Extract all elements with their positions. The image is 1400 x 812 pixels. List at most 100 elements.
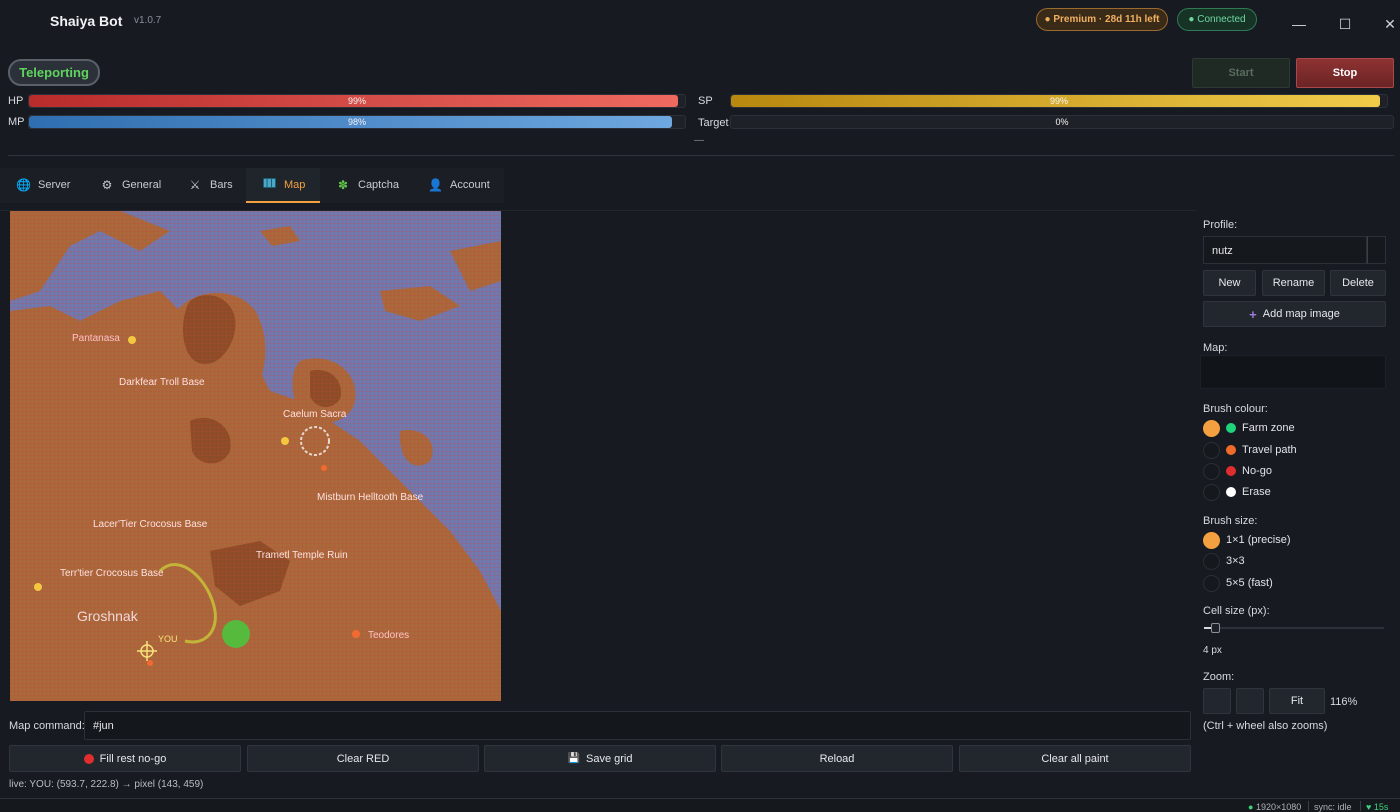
- target-label: Target: [698, 117, 729, 129]
- status-bar: ● 1920×1080 sync: idle ♥ 15s: [0, 798, 1400, 812]
- rename-profile-button[interactable]: Rename: [1262, 270, 1325, 296]
- radio-button[interactable]: [1203, 419, 1220, 437]
- premium-badge: ● Premium · 28d 11h left: [1036, 8, 1168, 31]
- map-label-lacerttier: Lacer'Tier Crocosus Base: [93, 519, 208, 530]
- map-icon: [262, 177, 276, 192]
- map-label-caelum: Caelum Sacra: [283, 409, 347, 420]
- radio-button[interactable]: [1203, 574, 1220, 592]
- brush-colour-farm[interactable]: Farm zone: [1203, 419, 1295, 437]
- tab-server-label: Server: [38, 178, 71, 191]
- map-canvas[interactable]: Pantanasa Darkfear Troll Base Caelum Sac…: [10, 211, 501, 701]
- status-separator: [1360, 801, 1361, 811]
- brush-colour-label: Brush colour:: [1203, 403, 1268, 415]
- tab-bars[interactable]: ⚔ Bars: [172, 168, 246, 203]
- add-map-image-label: Add map image: [1262, 308, 1340, 320]
- map-command-input[interactable]: [84, 711, 1191, 740]
- cell-size-slider-handle[interactable]: [1211, 623, 1220, 633]
- brush-size-5x5[interactable]: 5×5 (fast): [1203, 574, 1273, 592]
- maximize-button[interactable]: ☐: [1333, 12, 1357, 36]
- tab-general[interactable]: ⚙ General: [84, 168, 172, 203]
- connection-badge: ● Connected: [1177, 8, 1257, 31]
- puzzle-icon: ✽: [337, 177, 349, 192]
- cell-size-value: 4 px: [1203, 645, 1222, 656]
- clear-all-paint-button[interactable]: Clear all paint: [959, 745, 1191, 772]
- reload-button[interactable]: Reload: [721, 745, 953, 772]
- tab-general-label: General: [122, 178, 162, 191]
- divider: [8, 155, 1394, 156]
- brush-colour-travel[interactable]: Travel path: [1203, 441, 1297, 459]
- radio-button[interactable]: [1203, 483, 1220, 501]
- zoom-in-button[interactable]: [1236, 688, 1264, 714]
- profile-dropdown-arrow[interactable]: [1367, 236, 1386, 264]
- travel-path-swatch: [1226, 445, 1236, 455]
- floppy-disk-icon: 💾: [567, 753, 580, 764]
- red-dot-icon: [83, 753, 94, 764]
- map-label-mistburn: Mistburn Helltooth Base: [317, 492, 424, 503]
- zoom-hint: (Ctrl + wheel also zooms): [1203, 720, 1328, 732]
- add-map-image-button[interactable]: + Add map image: [1203, 301, 1386, 327]
- bot-status-badge: Teleporting: [8, 59, 100, 86]
- resolution-indicator: ● 1920×1080: [1248, 802, 1302, 812]
- erase-swatch: [1226, 487, 1236, 497]
- map-field[interactable]: [1200, 355, 1386, 389]
- cell-size-label: Cell size (px):: [1203, 605, 1270, 617]
- radio-button[interactable]: [1203, 531, 1220, 549]
- brush-size-1x1[interactable]: 1×1 (precise): [1203, 531, 1291, 549]
- save-grid-button[interactable]: 💾 Save grid: [484, 745, 716, 772]
- heartbeat-timer: ♥ 15s: [1366, 802, 1389, 812]
- app-title: Shaiya Bot: [50, 13, 123, 29]
- new-profile-button[interactable]: New: [1203, 270, 1256, 296]
- plus-icon: +: [1249, 306, 1257, 322]
- zoom-out-button[interactable]: [1203, 688, 1231, 714]
- profile-label: Profile:: [1203, 219, 1238, 231]
- save-grid-label: Save grid: [585, 752, 633, 765]
- start-button[interactable]: Start: [1192, 58, 1290, 88]
- brush-colour-erase[interactable]: Erase: [1203, 483, 1271, 501]
- hp-value: 99%: [347, 96, 366, 106]
- map-label-terrtier: Terr'tier Crocosus Base: [60, 568, 164, 579]
- profile-select[interactable]: nutz: [1203, 236, 1367, 264]
- brush-colour-nogo[interactable]: No-go: [1203, 462, 1272, 480]
- map-label-darkfear: Darkfear Troll Base: [119, 377, 205, 388]
- radio-button[interactable]: [1203, 441, 1220, 459]
- mp-label: MP: [8, 116, 25, 128]
- delete-profile-button[interactable]: Delete: [1330, 270, 1386, 296]
- brush-size-label: Brush size:: [1203, 515, 1258, 527]
- status-dash: —: [694, 135, 704, 146]
- resolution-value: 1920×1080: [1255, 802, 1302, 812]
- tab-captcha-label: Captcha: [358, 178, 399, 191]
- tab-bar: 🌐 Server ⚙ General ⚔ Bars Map ✽ Captcha …: [0, 168, 504, 203]
- tab-bars-label: Bars: [210, 178, 233, 191]
- sync-status: sync: idle: [1314, 802, 1352, 812]
- tab-account-label: Account: [450, 178, 490, 191]
- stop-button[interactable]: Stop: [1296, 58, 1394, 88]
- tab-map[interactable]: Map: [246, 168, 320, 203]
- radio-button[interactable]: [1203, 552, 1220, 570]
- crossed-swords-icon: ⚔: [189, 177, 201, 192]
- app-version: v1.0.7: [134, 15, 162, 26]
- live-coordinates: live: YOU: (593.7, 222.8) → pixel (143, …: [9, 779, 204, 790]
- status-separator: [1308, 801, 1309, 811]
- cell-size-slider[interactable]: [1204, 623, 1384, 633]
- tab-account[interactable]: 👤 Account: [412, 168, 504, 203]
- fill-rest-nogo-button[interactable]: Fill rest no-go: [9, 745, 241, 772]
- radio-button[interactable]: [1203, 462, 1220, 480]
- map-label-teodores: Teodores: [368, 630, 410, 641]
- minimize-button[interactable]: —: [1287, 12, 1311, 36]
- close-button[interactable]: ✕: [1378, 12, 1400, 36]
- zoom-fit-button[interactable]: Fit: [1269, 688, 1325, 714]
- globe-icon: 🌐: [16, 177, 31, 192]
- tab-server[interactable]: 🌐 Server: [0, 168, 84, 203]
- map-label-trametl: Trametl Temple Ruin: [256, 550, 348, 561]
- map-label: Map:: [1203, 342, 1228, 354]
- sp-label: SP: [698, 95, 713, 107]
- travel-path-label: Travel path: [1242, 444, 1297, 456]
- tab-captcha[interactable]: ✽ Captcha: [320, 168, 412, 203]
- title-bar: Shaiya Bot v1.0.7 ● Premium · 28d 11h le…: [0, 0, 1400, 44]
- fill-rest-nogo-label: Fill rest no-go: [99, 752, 167, 765]
- sp-value: 99%: [1049, 96, 1068, 106]
- brush-size-3x3[interactable]: 3×3: [1203, 552, 1245, 570]
- map-sidebar: Profile: nutz New Rename Delete + Add ma…: [1196, 210, 1400, 798]
- brush-size-1x1-label: 1×1 (precise): [1226, 534, 1291, 546]
- clear-red-button[interactable]: Clear RED: [247, 745, 479, 772]
